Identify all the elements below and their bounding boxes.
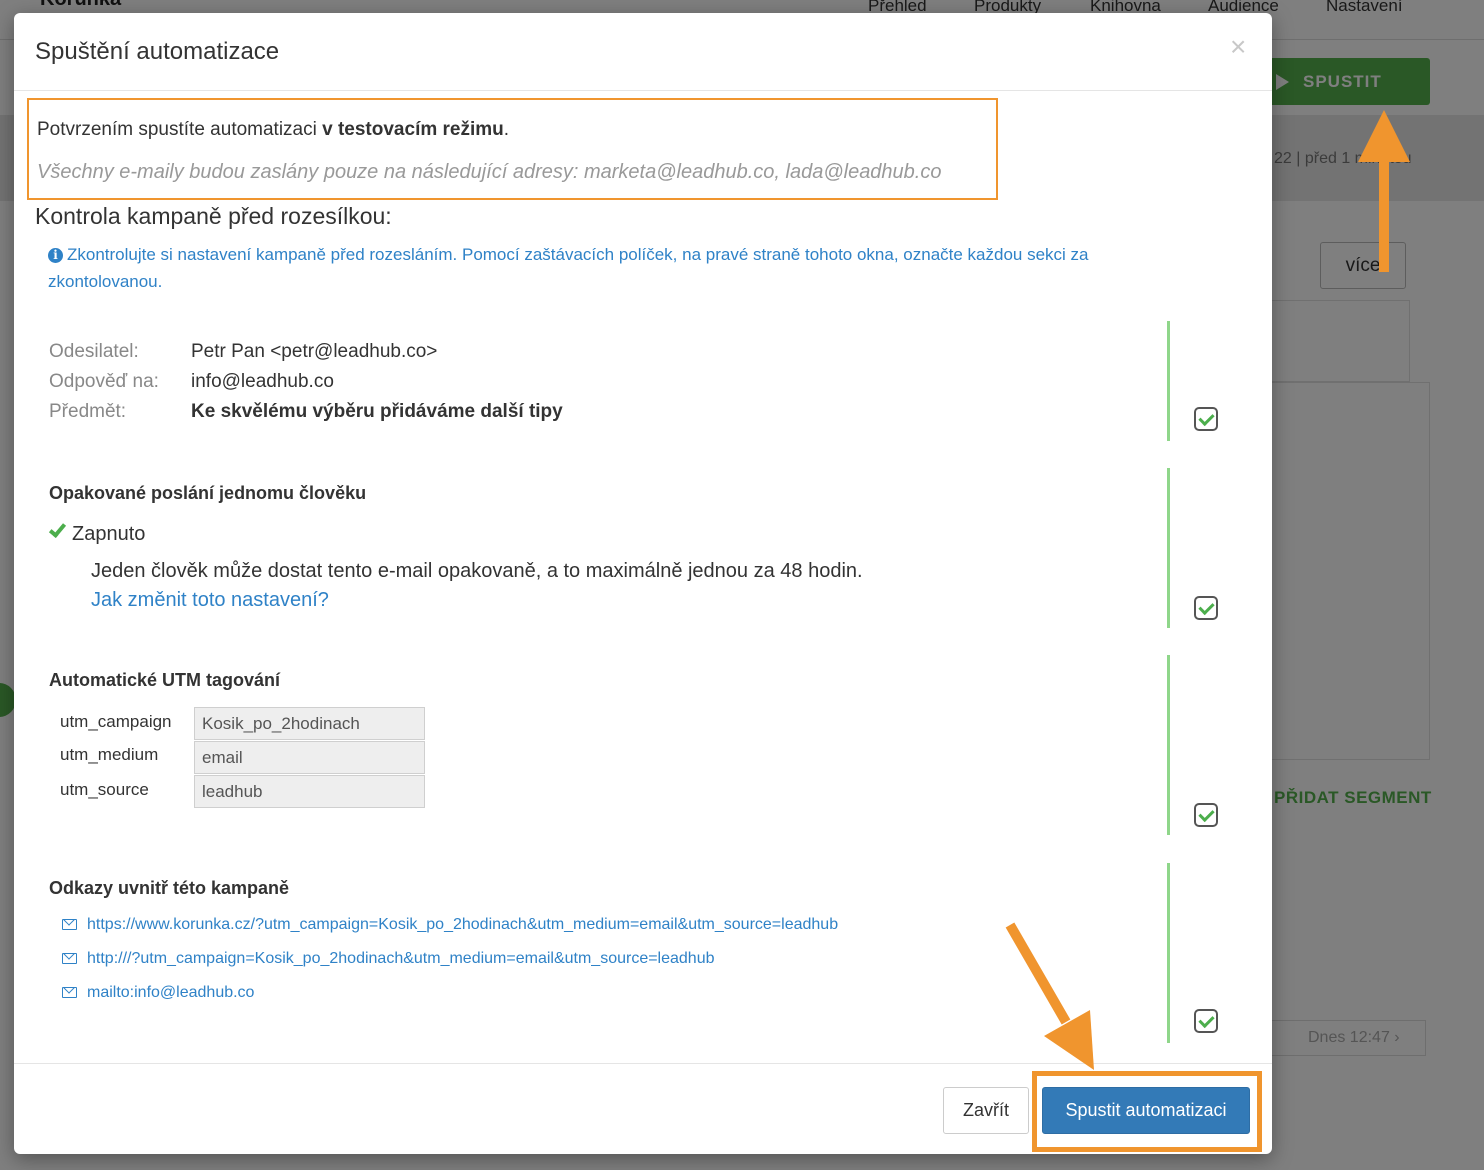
modal-header: Spuštění automatizace × <box>14 13 1272 91</box>
sender-section: Odesilatel: Petr Pan <petr@leadhub.co> O… <box>14 321 1272 441</box>
utm-section: Automatické UTM tagování utm_campaign ut… <box>14 655 1272 835</box>
sender-section-checkbox[interactable] <box>1194 407 1218 431</box>
links-title: Odkazy uvnitř této kampaně <box>49 878 290 898</box>
change-setting-link[interactable]: Jak změnit toto nastavení? <box>91 589 329 612</box>
section-divider <box>1167 655 1170 835</box>
checkmark-icon <box>48 519 67 539</box>
sender-label: Odesilatel: <box>49 341 139 362</box>
utm-campaign-field[interactable] <box>194 707 425 740</box>
utm-campaign-label: utm_campaign <box>60 712 172 731</box>
test-mode-emphasis: v testovacím režimu <box>322 119 504 140</box>
repeat-title: Opakované poslání jednomu člověku <box>49 483 367 503</box>
envelope-icon <box>62 987 77 998</box>
test-mode-notice: Potvrzením spustíte automatizaci v testo… <box>27 98 998 200</box>
check-title: Kontrola kampaně před rozesílkou: <box>35 203 392 229</box>
subject-label: Předmět: <box>49 401 127 422</box>
utm-source-label: utm_source <box>60 780 149 799</box>
test-addresses-note: Všechny e-maily budou zaslány pouze na n… <box>37 161 942 183</box>
info-message: i Zkontrolujte si nastavení kampaně před … <box>48 245 1089 291</box>
utm-section-checkbox[interactable] <box>1194 803 1218 827</box>
modal-footer: Zavřít Spustit automatizaci <box>14 1063 1272 1154</box>
run-automation-button[interactable]: Spustit automatizaci <box>1042 1087 1250 1134</box>
campaign-link-item[interactable]: http:///?utm_campaign=Kosik_po_2hodinach… <box>62 950 715 968</box>
envelope-icon <box>62 953 77 964</box>
reply-to-value: info@leadhub.co <box>191 371 334 392</box>
utm-title: Automatické UTM tagování <box>49 670 281 690</box>
launch-automation-modal: Spuštění automatizace × Potvrzením spust… <box>14 13 1272 1154</box>
section-divider <box>1167 321 1170 441</box>
close-button[interactable]: Zavřít <box>943 1087 1029 1134</box>
links-section: Odkazy uvnitř této kampaně https://www.k… <box>14 863 1272 1043</box>
campaign-link-item[interactable]: mailto:info@leadhub.co <box>62 984 254 1002</box>
repeat-status: Zapnuto <box>48 519 145 546</box>
close-icon[interactable]: × <box>1230 33 1246 61</box>
repeat-section-checkbox[interactable] <box>1194 596 1218 620</box>
subject-value: Ke skvělému výběru přidáváme další tipy <box>191 401 563 422</box>
campaign-link-item[interactable]: https://www.korunka.cz/?utm_campaign=Kos… <box>62 916 838 934</box>
sender-value: Petr Pan <petr@leadhub.co> <box>191 341 438 362</box>
utm-medium-label: utm_medium <box>60 745 159 764</box>
links-section-checkbox[interactable] <box>1194 1009 1218 1033</box>
repeat-description: Jeden člověk může dostat tento e-mail op… <box>91 560 863 582</box>
utm-medium-field[interactable] <box>194 741 425 774</box>
section-divider <box>1167 468 1170 628</box>
info-icon: i <box>48 248 63 263</box>
utm-source-field[interactable] <box>194 775 425 808</box>
reply-to-label: Odpověď na: <box>49 371 159 392</box>
modal-title: Spuštění automatizace <box>35 38 280 65</box>
test-mode-text: Potvrzením spustíte automatizaci v testo… <box>37 119 510 140</box>
envelope-icon <box>62 919 77 930</box>
section-divider <box>1167 863 1170 1043</box>
repeat-section: Opakované poslání jednomu člověku Zapnut… <box>14 468 1272 628</box>
